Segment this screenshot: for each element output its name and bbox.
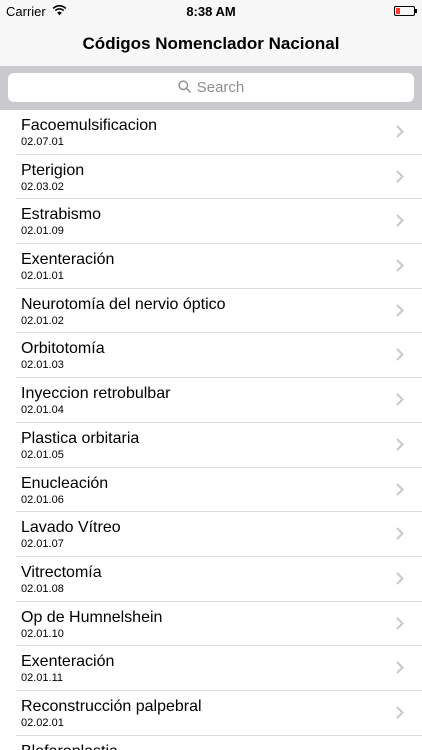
battery-level [396, 8, 400, 14]
item-title: Plastica orbitaria [21, 429, 140, 447]
list-item[interactable]: Blefaroplastia [16, 736, 422, 750]
list-item[interactable]: Pterigion 02.03.02 [16, 155, 422, 200]
chevron-right-icon [396, 572, 404, 590]
list-item[interactable]: Facoemulsificacion 02.07.01 [16, 110, 422, 155]
list-item[interactable]: Vitrectomía 02.01.08 [16, 557, 422, 602]
item-code: 02.07.01 [21, 136, 64, 148]
codes-list: Facoemulsificacion 02.07.01 Pterigion 02.03… [0, 110, 422, 750]
chevron-right-icon [396, 438, 404, 456]
search-input[interactable]: Search [8, 73, 414, 102]
item-code: 02.02.01 [21, 716, 64, 729]
item-title: Orbitotomía [21, 340, 105, 358]
chevron-right-icon [396, 214, 404, 232]
item-title: Lavado Vítreo [21, 519, 121, 537]
list-item[interactable]: Enucleación 02.01.06 [16, 468, 422, 513]
item-title: Vitrectomía [21, 563, 102, 581]
item-title: Enucleación [21, 474, 109, 492]
chevron-right-icon [396, 616, 404, 635]
item-code: 02.01.02 [21, 314, 64, 327]
list-item[interactable]: Estrabismo 02.01.09 [16, 199, 422, 245]
search-placeholder: Search [196, 79, 245, 96]
item-code: 02.01.01 [21, 270, 64, 283]
chevron-right-icon [396, 706, 404, 724]
search-icon [178, 79, 191, 97]
item-code: 02.01.03 [21, 359, 64, 372]
item-code: 02.01.06 [21, 493, 64, 506]
battery-icon [394, 6, 417, 16]
list-item[interactable]: Neurotomía del nervio óptico 02.01.02 [16, 289, 422, 334]
item-title: Exenteración [21, 251, 115, 269]
item-title: Exenteración [21, 653, 115, 671]
list-item[interactable]: Orbitotomía 02.01.03 [16, 333, 422, 379]
item-title: Reconstrucción palpebral [21, 697, 202, 715]
item-title: Neurotomía del nervio óptico [21, 295, 226, 313]
item-code: 02.01.10 [21, 627, 64, 640]
chevron-right-icon [396, 125, 404, 143]
list-item[interactable]: Inyeccion retrobulbar 02.01.04 [16, 378, 422, 423]
item-code: 02.03.02 [21, 180, 64, 193]
item-code: 02.01.11 [21, 672, 64, 685]
chevron-right-icon [396, 169, 404, 188]
item-title: Facoemulsificacion [21, 117, 158, 134]
item-code: 02.01.07 [21, 538, 64, 551]
chevron-right-icon [396, 527, 404, 545]
list-item[interactable]: Exenteración 02.01.01 [16, 244, 422, 289]
chevron-right-icon [396, 393, 404, 411]
search-bar: Search [0, 66, 422, 110]
item-code: 02.01.05 [21, 448, 64, 461]
list-item[interactable]: Reconstrucción palpebral 02.02.01 [16, 691, 422, 736]
item-title: Pterigion [21, 161, 85, 179]
item-title: Inyeccion retrobulbar [21, 385, 171, 403]
status-time: 8:38 AM [186, 4, 236, 19]
chevron-right-icon [396, 482, 404, 501]
item-code: 02.01.08 [21, 582, 64, 595]
item-title: Op de Humnelshein [21, 608, 163, 626]
item-code: 02.01.09 [21, 225, 64, 238]
list-item[interactable]: Plastica orbitaria 02.01.05 [16, 423, 422, 468]
list-item[interactable]: Exenteración 02.01.11 [16, 646, 422, 691]
status-bar: Carrier 8:38 AM [0, 0, 422, 22]
item-code: 02.01.04 [21, 404, 64, 417]
chevron-right-icon [396, 348, 404, 366]
chevron-right-icon [396, 304, 404, 322]
list-item[interactable]: Op de Humnelshein 02.01.10 [16, 602, 422, 647]
list-item[interactable]: Lavado Vítreo 02.01.07 [16, 512, 422, 557]
chevron-right-icon [396, 661, 404, 679]
item-title: Blefaroplastia [21, 742, 118, 750]
page-title: Códigos Nomenclador Nacional [82, 34, 340, 53]
item-title: Estrabismo [21, 206, 102, 224]
chevron-right-icon [396, 259, 404, 277]
navigation-bar: Códigos Nomenclador Nacional [0, 22, 422, 66]
